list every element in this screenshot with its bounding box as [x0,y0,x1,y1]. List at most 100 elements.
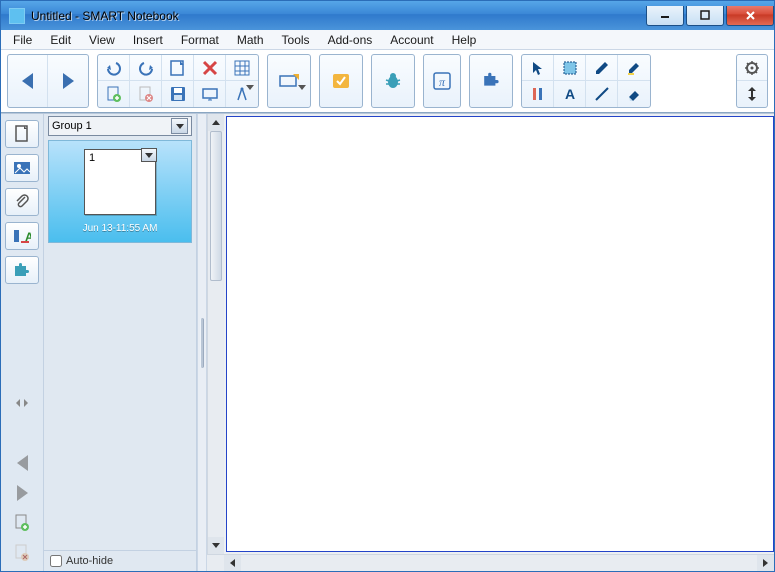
check-icon [331,72,351,90]
delete-button[interactable] [194,55,226,81]
text-button[interactable]: A [554,81,586,107]
menu-math[interactable]: Math [229,31,272,49]
menu-help[interactable]: Help [444,31,485,49]
marquee-button[interactable] [554,55,586,81]
scroll-right-button[interactable] [757,555,774,571]
delete-page-icon [14,544,30,562]
close-button[interactable] [726,6,774,26]
select-icon [530,60,546,76]
menu-file[interactable]: File [5,31,40,49]
delete-page-button[interactable] [130,81,162,107]
add-page-button[interactable] [98,81,130,107]
scroll-up-button[interactable] [208,114,224,131]
collapse-icon [14,397,30,409]
autohide-label: Auto-hide [66,555,113,567]
menu-insert[interactable]: Insert [125,31,171,49]
addons-button[interactable] [372,55,414,107]
ruler-icon [530,86,546,102]
redo-button[interactable] [130,55,162,81]
pens-button[interactable] [522,81,554,107]
panel-collapse-button[interactable] [5,391,39,415]
settings-button[interactable] [737,55,767,81]
page-icon [14,125,30,143]
page-caption: Jun 13-11:55 AM [83,223,158,234]
line-icon [594,86,610,102]
line-button[interactable] [586,81,618,107]
next-group-button[interactable] [5,481,39,505]
eraser-icon [626,86,642,102]
vertical-scrollbar[interactable] [207,114,224,554]
puzzle-button[interactable] [470,55,512,107]
capture-button[interactable]: <- icon -> [268,55,310,107]
menu-edit[interactable]: Edit [42,31,79,49]
add-page-icon [106,86,122,102]
pen-button[interactable] [586,55,618,81]
expand-icon [745,86,759,102]
menu-tools[interactable]: Tools [274,31,318,49]
eraser-button[interactable] [618,81,650,107]
area-select-icon [562,60,578,76]
canvas-area [207,114,774,571]
prev-page-button[interactable] [8,55,48,107]
sidebar-add-page-button[interactable] [5,511,39,535]
grip-icon [200,318,204,368]
add-page-icon [14,514,30,532]
table-button[interactable] [226,55,258,81]
text-icon: A [562,86,578,102]
bug-icon [383,72,403,90]
page-number: 1 [89,152,95,164]
side-tabs: A [1,114,43,571]
minimize-button[interactable] [646,6,684,26]
menubar: File Edit View Insert Format Math Tools … [1,30,774,50]
open-button[interactable] [162,55,194,81]
page-sorter-panel: Group 1 1 Jun 13-11:55 AM Auto-hide [43,114,197,571]
scroll-left-button[interactable] [224,555,241,571]
window-title: Untitled - SMART Notebook [31,9,179,23]
activity-button[interactable] [320,55,362,107]
menu-format[interactable]: Format [173,31,227,49]
splitter[interactable] [197,114,207,571]
prev-group-button[interactable] [5,451,39,475]
horizontal-scrollbar[interactable] [207,554,774,571]
tab-addons[interactable] [5,256,39,284]
undo-icon [105,60,123,76]
save-button[interactable] [162,81,194,107]
move-toolbar-button[interactable] [737,81,767,107]
page-menu-button[interactable] [141,148,157,162]
next-page-button[interactable] [48,55,88,107]
menu-account[interactable]: Account [382,31,441,49]
save-icon [170,86,186,102]
tab-gallery[interactable] [5,154,39,182]
select-button[interactable] [522,55,554,81]
undo-button[interactable] [98,55,130,81]
sidebar-delete-page-button[interactable] [5,541,39,565]
page-thumbnail[interactable]: 1 Jun 13-11:55 AM [48,140,192,243]
screen-shade-button[interactable] [194,81,226,107]
menu-addons[interactable]: Add-ons [320,31,381,49]
group-select[interactable]: Group 1 [48,116,192,136]
app-icon [9,8,25,24]
autohide-input[interactable] [50,555,62,567]
back-icon [22,73,33,89]
table-icon [234,60,250,76]
dropdown-icon [171,118,188,134]
svg-text:A: A [564,86,574,102]
autohide-checkbox[interactable]: Auto-hide [44,550,196,571]
pi-icon: π [432,71,452,91]
scroll-thumb[interactable] [210,131,222,281]
measurement-button[interactable] [226,81,258,107]
tab-properties[interactable]: A [5,222,39,250]
highlighter-button[interactable] [618,55,650,81]
dropdown-icon [246,90,254,104]
redo-icon [137,60,155,76]
tab-attachments[interactable] [5,188,39,216]
scroll-down-button[interactable] [208,537,224,554]
puzzle-tab-icon [13,262,31,278]
canvas[interactable] [226,116,774,552]
forward-icon [63,73,74,89]
tab-page-sorter[interactable] [5,120,39,148]
screen-share-icon [202,86,218,102]
menu-view[interactable]: View [81,31,123,49]
maximize-button[interactable] [686,6,724,26]
math-button[interactable]: π [424,55,460,107]
